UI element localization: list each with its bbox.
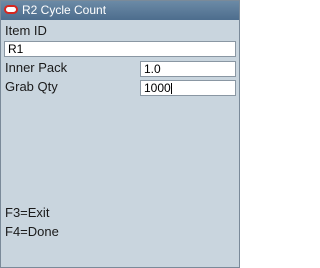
done-key-hint[interactable]: F4=Done <box>5 224 59 239</box>
item-id-label: Item ID <box>5 23 47 38</box>
title-bar: R2 Cycle Count <box>1 1 239 20</box>
cycle-count-window: R2 Cycle Count Item ID R1 Inner Pack 1.0… <box>0 0 240 268</box>
inner-pack-label: Inner Pack <box>5 60 68 75</box>
exit-key-hint[interactable]: F3=Exit <box>5 205 49 220</box>
window-title: R2 Cycle Count <box>22 3 107 17</box>
oracle-logo-icon <box>4 5 18 14</box>
item-id-value: R1 <box>8 42 24 56</box>
text-caret <box>170 83 172 95</box>
inner-pack-value: 1.0 <box>144 62 161 76</box>
grab-qty-value: 1000 <box>144 81 171 95</box>
grab-qty-label: Grab Qty <box>5 79 58 94</box>
item-id-field[interactable]: R1 <box>4 41 236 57</box>
inner-pack-field[interactable]: 1.0 <box>140 61 236 77</box>
grab-qty-field[interactable]: 1000 <box>140 80 236 96</box>
